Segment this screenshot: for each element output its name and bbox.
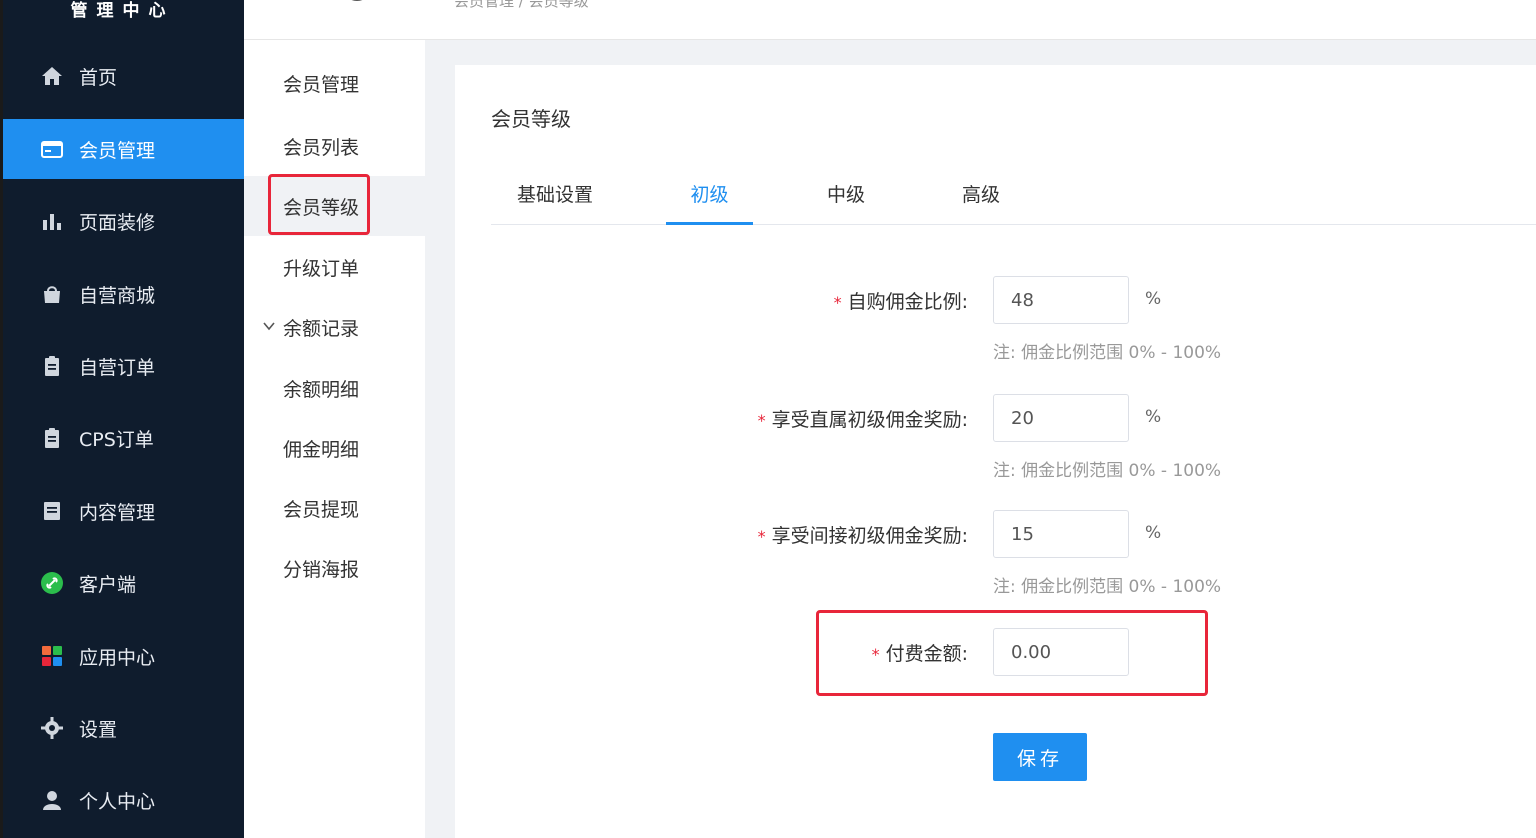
sidebar-item-content[interactable]: 内容管理: [3, 481, 244, 541]
submenu-item-balance-detail[interactable]: 余额明细: [244, 358, 425, 418]
chevron-down-icon: [263, 322, 275, 331]
field-label: * 付费金额:: [872, 639, 968, 666]
submenu-item-member-list[interactable]: 会员列表: [244, 116, 425, 176]
submenu-item-label: 分销海报: [283, 558, 360, 581]
sidebar-item-label: 应用中心: [79, 646, 156, 669]
required-mark: *: [833, 293, 842, 312]
sidebar-item-members[interactable]: 会员管理: [3, 119, 244, 179]
link-icon: [39, 570, 65, 596]
level-tabs: 基础设置 初级 中级 高级: [491, 175, 1536, 225]
sidebar-item-label: 客户端: [79, 573, 137, 596]
field-label-text: 自购佣金比例:: [847, 291, 968, 313]
submenu-item-label: 会员提现: [283, 498, 360, 521]
sidebar-item-label: 内容管理: [79, 501, 156, 524]
sidebar-item-mall[interactable]: 自营商城: [3, 264, 244, 324]
submenu-item-member-level[interactable]: 会员等级: [244, 176, 425, 236]
sidebar-item-label: CPS订单: [79, 428, 154, 451]
refresh-icon[interactable]: [346, 0, 368, 4]
sidebar-item-settings[interactable]: 设置: [3, 698, 244, 758]
fee-amount-input[interactable]: [993, 628, 1129, 676]
submenu-item-withdraw[interactable]: 会员提现: [244, 478, 425, 538]
submenu-item-balance-records[interactable]: 余额记录: [244, 297, 425, 357]
required-mark: *: [757, 527, 766, 546]
field-label: * 自购佣金比例:: [834, 287, 968, 314]
bar-chart-icon: [39, 208, 65, 234]
apps-icon: [39, 643, 65, 669]
indirect-reward-rate-input[interactable]: [993, 510, 1129, 558]
document-icon: [39, 498, 65, 524]
form-row-fee-amount: * 付费金额:: [455, 628, 1536, 676]
clipboard-icon: [39, 353, 65, 379]
field-label-text: 付费金额:: [885, 643, 968, 665]
submenu-item-label: 升级订单: [283, 257, 360, 280]
sidebar-item-client[interactable]: 客户端: [3, 553, 244, 613]
direct-reward-rate-input[interactable]: [993, 394, 1129, 442]
required-mark: *: [757, 411, 766, 430]
user-icon: [39, 787, 65, 813]
tab-basic-settings[interactable]: 基础设置: [491, 175, 619, 225]
sidebar-item-orders[interactable]: 自营订单: [3, 336, 244, 396]
sidebar-item-label: 自营订单: [79, 356, 156, 379]
menu-toggle-icon[interactable]: [284, 0, 306, 4]
sidebar-item-cps-orders[interactable]: CPS订单: [3, 408, 244, 468]
save-button[interactable]: 保存: [993, 733, 1087, 781]
sidebar-item-label: 首页: [79, 66, 118, 89]
self-purchase-rate-input[interactable]: [993, 276, 1129, 324]
submenu-item-commission-detail[interactable]: 佣金明细: [244, 418, 425, 478]
page-title: 会员等级: [491, 107, 571, 131]
sidebar-item-page-design[interactable]: 页面装修: [3, 191, 244, 251]
field-hint: 注: 佣金比例范围 0% - 100%: [993, 461, 1222, 481]
field-label: * 享受间接初级佣金奖励:: [758, 521, 968, 548]
clipboard-icon: [39, 425, 65, 451]
sidebar-item-label: 自营商城: [79, 284, 156, 307]
submenu-item-label: 会员列表: [283, 136, 360, 159]
tab-junior[interactable]: 初级: [666, 175, 753, 225]
field-label: * 享受直属初级佣金奖励:: [758, 405, 968, 432]
sidebar-item-label: 页面装修: [79, 211, 156, 234]
gear-icon: [39, 715, 65, 741]
main-card: 会员等级 基础设置 初级 中级 高级 * 自购佣金比例: % 注: 佣金比例范围 …: [455, 65, 1536, 838]
field-label-text: 享受间接初级佣金奖励:: [771, 525, 968, 547]
bag-icon: [39, 281, 65, 307]
sidebar-item-label: 会员管理: [79, 139, 156, 162]
submenu-item-member-manage[interactable]: 会员管理: [244, 53, 425, 113]
field-hint: 注: 佣金比例范围 0% - 100%: [993, 577, 1222, 597]
submenu-item-label: 会员管理: [283, 73, 360, 96]
unit-label: %: [1145, 523, 1162, 543]
sidebar: 管理中心 首页 会员管理 页面装修 自营商城 自营订单 CPS订单 内容管理 客…: [0, 0, 244, 838]
sidebar-item-home[interactable]: 首页: [3, 46, 244, 106]
submenu-item-label: 余额记录: [283, 317, 360, 340]
sidebar-item-apps[interactable]: 应用中心: [3, 626, 244, 686]
card-icon: [39, 136, 65, 162]
submenu-item-upgrade-orders[interactable]: 升级订单: [244, 237, 425, 297]
sidebar-item-label: 设置: [79, 718, 118, 741]
form-row-direct-reward: * 享受直属初级佣金奖励: % 注: 佣金比例范围 0% - 100%: [455, 394, 1536, 481]
field-hint: 注: 佣金比例范围 0% - 100%: [993, 343, 1222, 363]
sub-menu: 会员管理 会员列表 会员等级 升级订单 余额记录 余额明细 佣金明细 会员提现 …: [244, 40, 425, 838]
tab-intermediate[interactable]: 中级: [801, 175, 891, 225]
submenu-item-label: 余额明细: [283, 378, 360, 401]
required-mark: *: [871, 645, 880, 664]
sidebar-item-profile[interactable]: 个人中心: [3, 770, 244, 830]
unit-label: %: [1145, 407, 1162, 427]
submenu-item-label: 佣金明细: [283, 438, 360, 461]
app-title: 管理中心: [70, 1, 175, 21]
unit-label: %: [1145, 289, 1162, 309]
form-row-indirect-reward: * 享受间接初级佣金奖励: % 注: 佣金比例范围 0% - 100%: [455, 510, 1536, 597]
tab-senior[interactable]: 高级: [936, 175, 1026, 225]
form-row-self-purchase: * 自购佣金比例: % 注: 佣金比例范围 0% - 100%: [455, 276, 1536, 363]
breadcrumb: 会员管理 / 会员等级: [454, 0, 589, 10]
home-icon: [39, 63, 65, 89]
submenu-item-poster[interactable]: 分销海报: [244, 538, 425, 598]
field-label-text: 享受直属初级佣金奖励:: [771, 409, 968, 431]
sidebar-item-label: 个人中心: [79, 790, 156, 813]
top-header: 会员管理 / 会员等级: [244, 0, 1536, 40]
submenu-item-label: 会员等级: [283, 196, 360, 219]
